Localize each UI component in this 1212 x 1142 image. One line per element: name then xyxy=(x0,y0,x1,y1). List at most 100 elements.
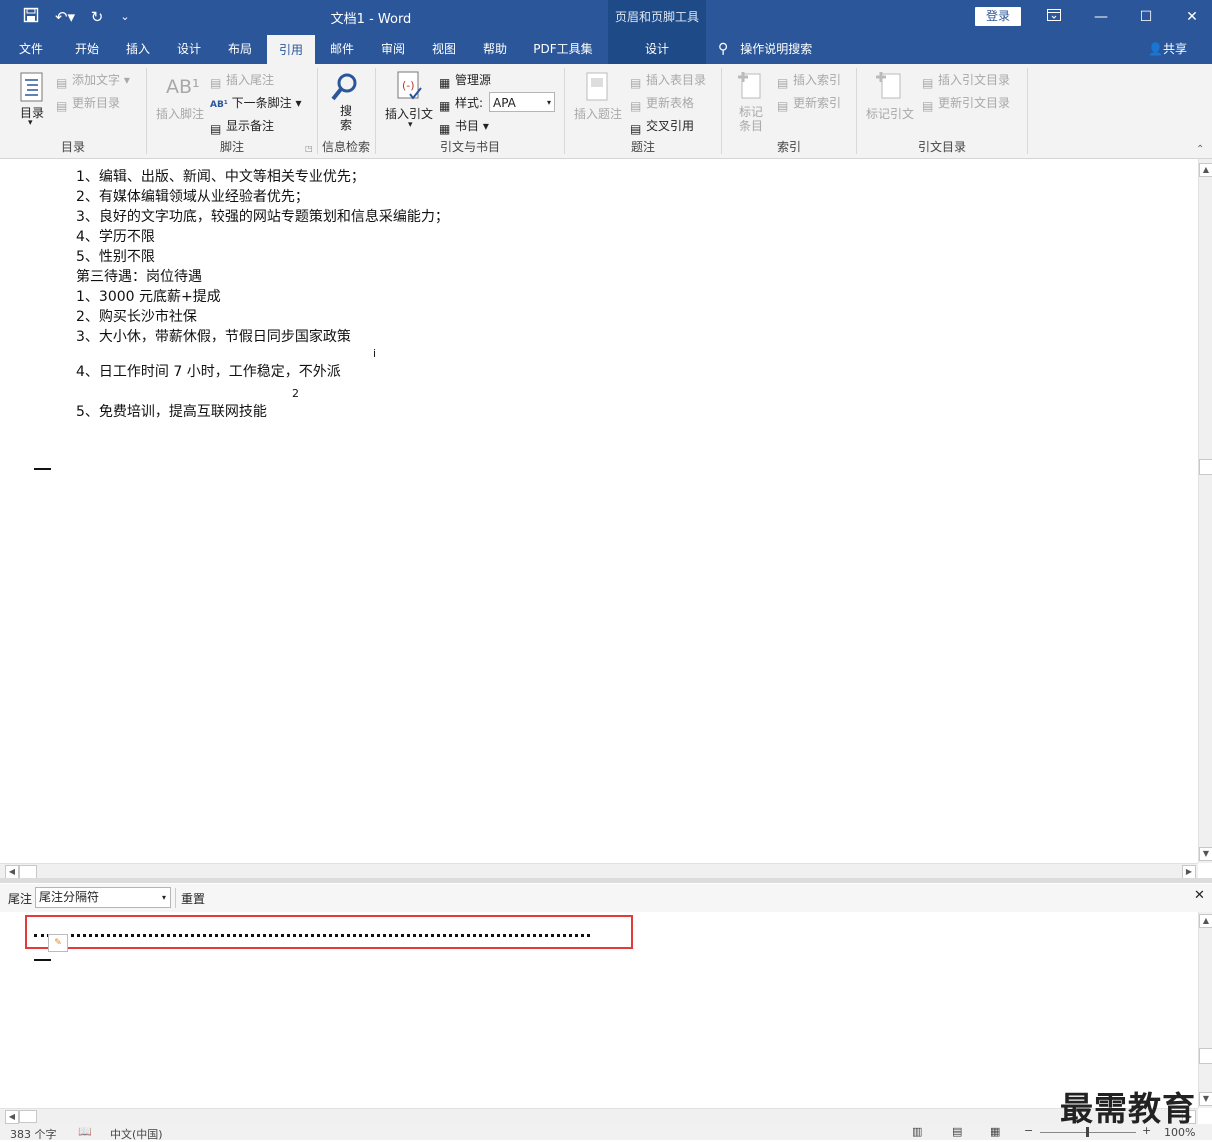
update-toc-label: 更新目录 xyxy=(72,96,121,110)
next-footnote-button[interactable]: AB¹ 下一条脚注 ▾ xyxy=(210,94,301,111)
insert-toa-icon: ▤ xyxy=(922,76,934,90)
endnote-reference-mark[interactable]: i xyxy=(373,347,376,360)
endnote-reference-mark[interactable]: 2 xyxy=(292,387,299,400)
tab-pdf-tools[interactable]: PDF工具集 xyxy=(526,34,600,64)
update-index-button[interactable]: ▤ 更新索引 xyxy=(777,94,841,113)
endnote-pane[interactable]: ✎ xyxy=(0,912,1198,1108)
insert-index-button[interactable]: ▤ 插入索引 xyxy=(777,71,841,90)
watermark-logo: 最需教育 xyxy=(1060,1089,1196,1128)
pane-splitter[interactable] xyxy=(0,878,1212,883)
share-button[interactable]: 👤共享 xyxy=(1148,34,1187,64)
update-table-icon: ▤ xyxy=(630,99,642,113)
style-label-text: 样式: xyxy=(455,96,484,110)
close-pane-icon[interactable]: ✕ xyxy=(1194,888,1205,903)
update-table-button[interactable]: ▤ 更新表格 xyxy=(630,94,694,113)
scroll-right-icon[interactable]: ▶ xyxy=(1182,865,1196,879)
tab-header-footer-design[interactable]: 设计 xyxy=(608,34,706,64)
scroll-up-icon[interactable]: ▲ xyxy=(1199,163,1212,177)
table-of-contents-icon xyxy=(18,72,50,104)
insert-citation-dropdown-icon[interactable]: ▾ xyxy=(408,120,413,130)
insert-endnote-button[interactable]: ▤ 插入尾注 xyxy=(210,71,274,90)
endnote-type-select[interactable]: 尾注分隔符 ▾ xyxy=(35,887,171,908)
insert-endnote-label: 插入尾注 xyxy=(226,73,275,87)
maximize-icon[interactable]: ☐ xyxy=(1133,6,1159,28)
ribbon-tabs: 文件 开始 插入 设计 布局 引用 邮件 审阅 视图 帮助 PDF工具集 设计 … xyxy=(0,34,1212,64)
footnote-dialog-launcher-icon[interactable]: ◳ xyxy=(305,144,313,153)
update-icon: ▤ xyxy=(56,99,68,113)
update-index-label: 更新索引 xyxy=(793,96,842,110)
tell-me-search[interactable]: ⚲ 操作说明搜索 xyxy=(718,34,812,64)
add-text-label: 添加文字 xyxy=(72,73,121,87)
cross-reference-label: 交叉引用 xyxy=(646,119,695,133)
close-icon[interactable]: ✕ xyxy=(1179,6,1205,28)
share-label: 共享 xyxy=(1162,42,1187,56)
tab-help[interactable]: 帮助 xyxy=(473,34,517,64)
endnote-type-value: 尾注分隔符 xyxy=(39,890,100,904)
insert-table-of-figures-button[interactable]: ▤ 插入表目录 xyxy=(630,71,706,90)
show-notes-button[interactable]: ▤ 显示备注 xyxy=(210,117,274,136)
proofing-icon[interactable]: 📖 xyxy=(78,1125,92,1138)
vertical-scrollbar[interactable]: ▲ ▼ xyxy=(1198,159,1212,863)
reset-button[interactable]: 重置 xyxy=(181,890,205,907)
doc-line: 1、编辑、出版、新闻、中文等相关专业优先； xyxy=(76,169,365,185)
cross-reference-button[interactable]: ▤ 交叉引用 xyxy=(630,117,694,136)
scroll-thumb[interactable] xyxy=(1199,1048,1212,1064)
login-button[interactable]: 登录 xyxy=(975,7,1021,26)
scroll-down-icon[interactable]: ▼ xyxy=(1199,1092,1212,1106)
web-layout-icon[interactable]: ▦ xyxy=(990,1125,1000,1138)
update-toc-button[interactable]: ▤ 更新目录 xyxy=(56,94,120,113)
tab-review[interactable]: 审阅 xyxy=(371,34,415,64)
insert-toa-button[interactable]: ▤ 插入引文目录 xyxy=(922,71,1010,90)
tab-layout[interactable]: 布局 xyxy=(218,34,262,64)
tab-home[interactable]: 开始 xyxy=(64,34,110,64)
endnote-icon: ▤ xyxy=(210,76,222,90)
collapse-ribbon-icon[interactable]: ⌃ xyxy=(1196,144,1204,155)
scroll-thumb[interactable] xyxy=(1199,459,1212,475)
paste-options-icon[interactable]: ✎ xyxy=(48,934,68,952)
tab-design[interactable]: 设计 xyxy=(167,34,211,64)
tab-mailings[interactable]: 邮件 xyxy=(320,34,364,64)
scroll-left-icon[interactable]: ◀ xyxy=(5,1110,19,1124)
endnote-vertical-scrollbar[interactable]: ▲ ▼ xyxy=(1198,912,1212,1108)
citation-style-select[interactable]: APA ▾ xyxy=(489,92,555,112)
tab-file[interactable]: 文件 xyxy=(10,34,52,64)
zoom-out-icon[interactable]: − xyxy=(1024,1124,1033,1137)
update-toa-button[interactable]: ▤ 更新引文目录 xyxy=(922,94,1010,113)
scroll-left-icon[interactable]: ◀ xyxy=(5,865,19,879)
search-button[interactable]: 搜 索 xyxy=(340,104,352,132)
toc-dropdown-icon[interactable]: ▾ xyxy=(28,118,33,128)
mark-citation-button[interactable]: 标记引文 xyxy=(866,105,914,122)
tab-references[interactable]: 引用 xyxy=(267,35,315,64)
doc-line: 1、3000 元底薪+提成 xyxy=(76,289,221,305)
text-cursor xyxy=(34,468,51,470)
bibliography-button[interactable]: ▦ 书目 ▾ xyxy=(439,117,489,136)
mark-entry-button[interactable]: 标记 条目 xyxy=(739,105,763,133)
scroll-up-icon[interactable]: ▲ xyxy=(1199,914,1212,928)
next-footnote-icon: AB¹ xyxy=(210,100,228,110)
chevron-down-icon: ▾ xyxy=(161,893,166,902)
print-layout-icon[interactable]: ▤ xyxy=(952,1125,962,1138)
bibliography-icon: ▦ xyxy=(439,122,451,136)
hscroll-thumb[interactable] xyxy=(19,1110,37,1123)
minimize-icon[interactable]: — xyxy=(1088,6,1114,28)
highlight-box xyxy=(25,915,633,949)
endnote-horizontal-scrollbar[interactable]: ◀ ▶ xyxy=(0,1108,1198,1124)
insert-index-label: 插入索引 xyxy=(793,73,842,87)
endnote-pane-label: 尾注 xyxy=(8,892,33,906)
group-label-captions: 题注 xyxy=(630,140,655,154)
scroll-down-icon[interactable]: ▼ xyxy=(1199,847,1212,861)
update-index-icon: ▤ xyxy=(777,99,789,113)
add-text-button[interactable]: ▤ 添加文字 ▾ xyxy=(56,71,130,90)
read-mode-icon[interactable]: ▥ xyxy=(912,1125,922,1138)
tab-view[interactable]: 视图 xyxy=(422,34,466,64)
doc-line: 2、有媒体编辑领域从业经验者优先； xyxy=(76,189,309,205)
doc-line: 3、良好的文字功底，较强的网站专题策划和信息采编能力； xyxy=(76,209,449,225)
document-page[interactable]: 1、编辑、出版、新闻、中文等相关专业优先； 2、有媒体编辑领域从业经验者优先； … xyxy=(0,159,1198,863)
insert-caption-button[interactable]: 插入题注 xyxy=(574,105,622,122)
ribbon-display-options-icon[interactable] xyxy=(1041,6,1067,28)
search-icon xyxy=(330,72,362,104)
insert-footnote-button[interactable]: 插入脚注 xyxy=(156,105,204,122)
hscroll-thumb[interactable] xyxy=(19,865,37,879)
manage-sources-button[interactable]: ▦ 管理源 xyxy=(439,71,491,90)
tab-insert[interactable]: 插入 xyxy=(116,34,160,64)
